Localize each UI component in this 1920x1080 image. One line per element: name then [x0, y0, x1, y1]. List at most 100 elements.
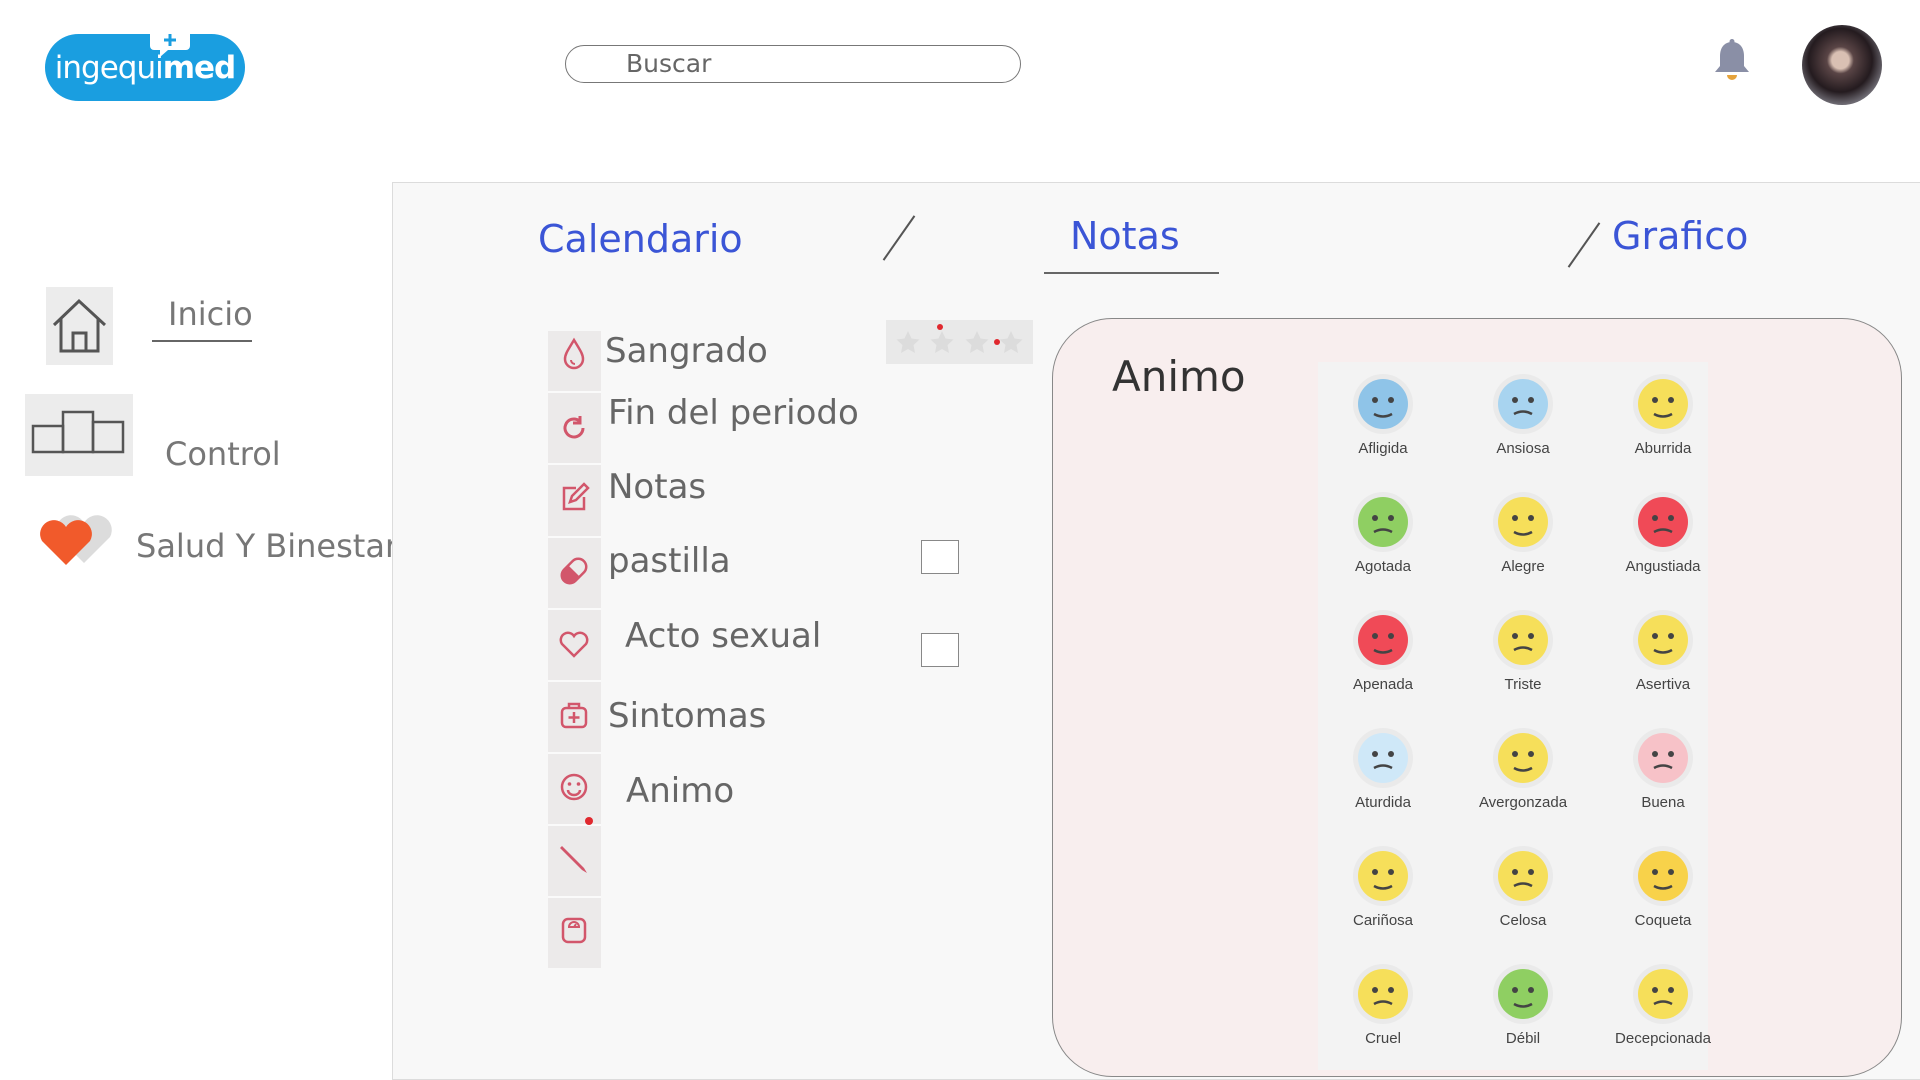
mood-face-icon: [1633, 610, 1693, 670]
mood-face-icon: [1633, 846, 1693, 906]
mood-option[interactable]: Apenada: [1313, 608, 1453, 726]
mood-option[interactable]: Buena: [1593, 726, 1733, 844]
sidebar-inicio-underline: [152, 340, 252, 342]
mood-label: Agotada: [1355, 558, 1411, 575]
mood-option[interactable]: Coqueta: [1593, 844, 1733, 962]
mood-face-icon: [1633, 374, 1693, 434]
user-avatar[interactable]: [1802, 25, 1882, 105]
mood-face-icon: [1353, 964, 1413, 1024]
mood-label: Avergonzada: [1478, 794, 1568, 811]
mood-face-icon: [1353, 492, 1413, 552]
menu-item-sangrado[interactable]: Sangrado: [605, 331, 768, 371]
mood-face-icon: [1353, 728, 1413, 788]
mood-option[interactable]: Celosa: [1453, 844, 1593, 962]
sidebar-item-label[interactable]: Inicio: [168, 295, 253, 333]
mood-grid: Afligida Ansiosa Aburrida Agotada Alegre Angu…: [1318, 362, 1711, 1070]
mood-face-icon: [1353, 374, 1413, 434]
acto-sexual-checkbox[interactable]: [921, 633, 959, 667]
heart-icon[interactable]: [556, 626, 592, 662]
bell-icon[interactable]: [1712, 38, 1752, 84]
tab-calendario[interactable]: Calendario: [538, 217, 743, 261]
smile-icon[interactable]: [556, 769, 592, 805]
animo-indicator-dot: [585, 817, 593, 825]
menu-separator: [548, 896, 601, 898]
logo-text-light: ingequi: [54, 49, 164, 86]
mood-label: Apenada: [1352, 676, 1414, 693]
mood-face-icon: [1493, 492, 1553, 552]
mood-label: Ansiosa: [1496, 440, 1550, 457]
mood-label: Celosa: [1499, 912, 1547, 929]
menu-item-pastilla[interactable]: pastilla: [608, 541, 731, 581]
mood-label: Coqueta: [1634, 912, 1692, 929]
pastilla-checkbox[interactable]: [921, 540, 959, 574]
mood-option[interactable]: Cruel: [1313, 962, 1453, 1080]
mood-label: Angustiada: [1625, 558, 1701, 575]
medkit-icon[interactable]: [556, 697, 592, 733]
menu-separator: [548, 680, 601, 682]
mood-option[interactable]: Asertiva: [1593, 608, 1733, 726]
pill-icon[interactable]: [556, 553, 592, 589]
menu-item-acto-sexual[interactable]: Acto sexual: [625, 616, 821, 656]
mood-label: Triste: [1504, 676, 1542, 693]
animo-title: Animo: [1112, 352, 1246, 401]
tab-notas[interactable]: Notas: [1070, 214, 1180, 258]
search-input[interactable]: Buscar: [565, 45, 1021, 83]
mood-label: Débil: [1505, 1030, 1541, 1047]
mood-face-icon: [1633, 728, 1693, 788]
menu-separator: [548, 608, 601, 610]
mood-face-icon: [1633, 964, 1693, 1024]
hearts-icon[interactable]: [36, 503, 116, 573]
sidebar-item-control[interactable]: [25, 394, 133, 476]
mood-face-icon: [1353, 846, 1413, 906]
mood-face-icon: [1493, 610, 1553, 670]
mood-option[interactable]: Débil: [1453, 962, 1593, 1080]
sidebar-item-label[interactable]: Salud Y Binestar: [136, 527, 398, 565]
menu-separator: [548, 824, 601, 826]
mood-option[interactable]: Decepcionada: [1593, 962, 1733, 1080]
tab-grafico[interactable]: Grafico: [1612, 214, 1748, 258]
mood-face-icon: [1493, 374, 1553, 434]
mood-option[interactable]: Triste: [1453, 608, 1593, 726]
mood-label: Alegre: [1501, 558, 1545, 575]
pencil-icon[interactable]: [556, 840, 592, 876]
tab-notas-underline: [1044, 272, 1219, 274]
mood-option[interactable]: Aturdida: [1313, 726, 1453, 844]
mood-label: Afligida: [1358, 440, 1408, 457]
menu-separator: [548, 391, 601, 393]
menu-item-fin-del-periodo[interactable]: Fin del periodo: [608, 393, 859, 433]
mood-label: Decepcionada: [1615, 1030, 1711, 1047]
mood-option[interactable]: Ansiosa: [1453, 372, 1593, 490]
star-rating-icon: [896, 324, 1023, 353]
edit-icon[interactable]: [556, 480, 592, 516]
menu-item-sintomas[interactable]: Sintomas: [608, 696, 766, 736]
mood-label: Cariñosa: [1352, 912, 1414, 929]
scale-icon[interactable]: [556, 912, 592, 948]
refresh-icon[interactable]: [556, 410, 592, 446]
menu-separator: [548, 463, 601, 465]
ingequimed-logo[interactable]: ingequi med: [45, 30, 245, 101]
search-placeholder: Buscar: [626, 49, 712, 78]
menu-item-notas[interactable]: Notas: [608, 467, 706, 507]
sidebar-item-label[interactable]: Control: [165, 435, 281, 473]
menu-separator: [548, 536, 601, 538]
mood-option[interactable]: Aburrida: [1593, 372, 1733, 490]
drop-icon[interactable]: [556, 336, 592, 372]
mood-face-icon: [1353, 610, 1413, 670]
mood-option[interactable]: Cariñosa: [1313, 844, 1453, 962]
mood-option[interactable]: Alegre: [1453, 490, 1593, 608]
podium-icon: [31, 410, 125, 454]
mood-option[interactable]: Agotada: [1313, 490, 1453, 608]
menu-item-animo[interactable]: Animo: [626, 771, 734, 811]
mood-face-icon: [1493, 964, 1553, 1024]
mood-label: Cruel: [1365, 1030, 1401, 1047]
sidebar-item-inicio[interactable]: [46, 287, 113, 365]
mood-option[interactable]: Afligida: [1313, 372, 1453, 490]
mood-label: Buena: [1641, 794, 1685, 811]
mood-face-icon: [1493, 728, 1553, 788]
menu-separator: [548, 752, 601, 754]
mood-option[interactable]: Angustiada: [1593, 490, 1733, 608]
mood-label: Asertiva: [1635, 676, 1691, 693]
bleeding-rating[interactable]: [886, 320, 1033, 364]
mood-label: Aturdida: [1355, 794, 1411, 811]
mood-option[interactable]: Avergonzada: [1453, 726, 1593, 844]
